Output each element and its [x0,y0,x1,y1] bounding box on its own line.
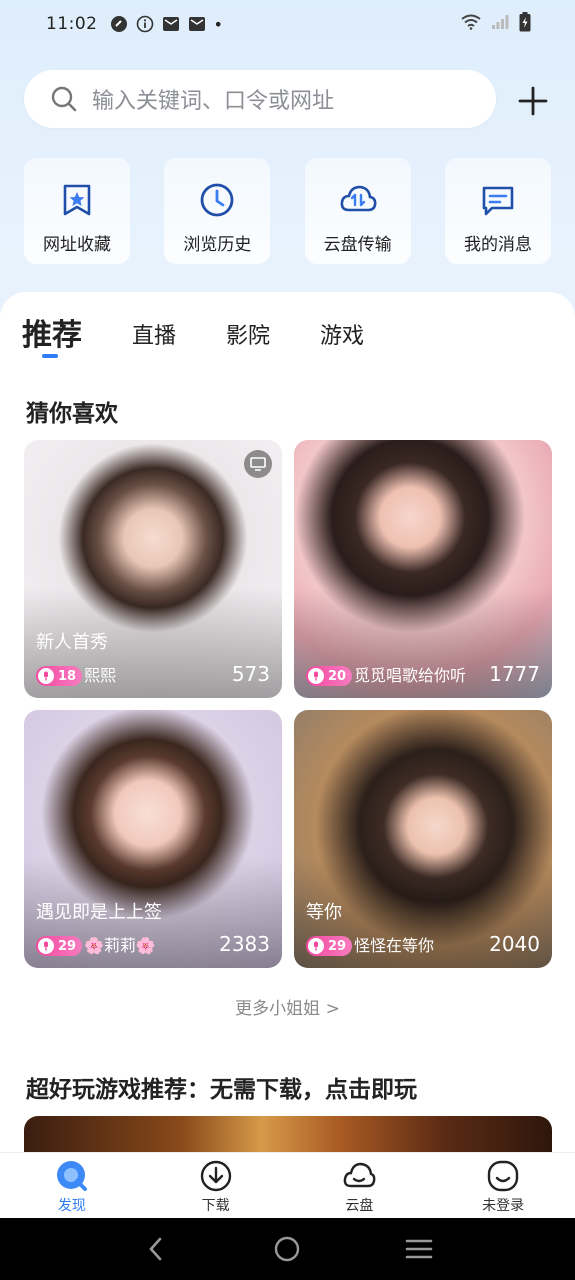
tile-messages[interactable]: 我的消息 [444,158,551,264]
active-tab-indicator [42,354,58,358]
live-card[interactable]: 20 觅觅唱歌给你听 1777 [294,440,552,698]
system-nav-bar [0,1218,575,1280]
home-icon[interactable] [272,1234,302,1264]
quick-tiles: 网址收藏 浏览历史 云盘传输 我的消息 [24,158,551,264]
nav-label: 未登录 [482,1198,525,1214]
microphone-icon [308,938,324,954]
mail-icon-2 [188,15,206,33]
level-number: 29 [328,938,347,954]
streamer-name: 熙熙 [84,666,117,685]
tab-cinema[interactable]: 影院 [226,318,270,354]
search-bar[interactable]: 输入关键词、口令或网址 [24,70,496,128]
tile-bookmarks[interactable]: 网址收藏 [24,158,130,264]
streamer-name: 🌸莉莉🌸 [84,936,156,955]
nav-label: 发现 [57,1198,86,1214]
nav-download[interactable]: 下载 [144,1153,288,1218]
nav-label: 下载 [201,1198,230,1214]
wifi-icon [461,14,481,35]
section-title-games: 超好玩游戏推荐：无需下载，点击即玩 [26,1077,417,1103]
level-badge: 29 [306,936,353,956]
microphone-icon [308,668,324,684]
tile-cloud-transfer[interactable]: 云盘传输 [304,158,411,264]
plus-icon [518,86,548,116]
tab-games[interactable]: 游戏 [320,318,364,354]
tile-label: 浏览历史 [183,235,252,255]
clock-icon [197,180,237,220]
microphone-icon [38,938,54,954]
more-link[interactable]: 更多小姐姐 > [0,994,575,1019]
nav-discover[interactable]: 发现 [0,1153,144,1218]
app-notification-icon [110,15,128,33]
level-number: 20 [328,668,347,684]
tab-recommend[interactable]: 推荐 [22,310,82,354]
tile-label: 网址收藏 [43,235,111,255]
game-banner-image[interactable] [24,1116,552,1152]
tile-label: 云盘传输 [323,235,392,255]
tile-history[interactable]: 浏览历史 [164,158,271,264]
tv-icon [244,450,272,478]
profile-icon [486,1159,520,1193]
nav-profile[interactable]: 未登录 [431,1153,575,1218]
level-number: 29 [58,938,77,954]
message-icon [478,180,518,220]
nav-cloud[interactable]: 云盘 [288,1153,432,1218]
live-card[interactable]: 遇见即是上上签 29 🌸莉莉🌸 2383 [24,710,282,968]
search-icon [50,85,78,113]
streamer-name: 觅觅唱歌给你听 [354,666,467,685]
viewer-count: 2383 [219,932,270,956]
cloud-icon [342,1159,376,1193]
download-icon [199,1159,233,1193]
discover-icon [55,1159,89,1193]
level-badge: 18 [36,666,83,686]
level-badge: 29 [36,936,83,956]
tab-live[interactable]: 直播 [132,318,176,354]
section-title-guess: 猜你喜欢 [26,401,118,427]
microphone-icon [38,668,54,684]
tile-label: 我的消息 [463,235,532,255]
back-icon[interactable] [141,1234,171,1264]
add-button[interactable] [516,84,550,118]
search-placeholder: 输入关键词、口令或网址 [92,89,335,114]
live-card[interactable]: 等你 29 怪怪在等你 2040 [294,710,552,968]
battery-charging-icon [519,11,531,37]
bottom-nav: 发现 下载 云盘 未登录 [0,1152,575,1218]
info-icon [136,15,154,33]
recents-menu-icon[interactable] [404,1234,434,1264]
viewer-count: 1777 [489,662,540,686]
nav-label: 云盘 [345,1198,374,1214]
live-card[interactable]: 新人首秀 18 熙熙 573 [24,440,282,698]
status-dot: • [213,14,223,34]
status-time: 11:02 [46,14,98,34]
level-badge: 20 [306,666,353,686]
cloud-transfer-icon [338,180,378,220]
card-subtitle: 新人首秀 [36,632,108,653]
level-number: 18 [58,668,77,684]
bookmark-star-icon [57,180,97,220]
status-bar: 11:02 • [0,0,575,48]
viewer-count: 573 [231,662,270,686]
viewer-count: 2040 [489,932,540,956]
signal-icon [491,14,509,35]
mail-icon [162,15,180,33]
card-subtitle: 等你 [306,902,342,923]
card-subtitle: 遇见即是上上签 [36,902,162,923]
category-tabs: 推荐 直播 影院 游戏 [22,310,414,354]
streamer-name: 怪怪在等你 [354,936,435,955]
content-sheet: 推荐 直播 影院 游戏 猜你喜欢 新人首秀 18 熙熙 573 20 觅觅唱歌给… [0,292,575,1152]
